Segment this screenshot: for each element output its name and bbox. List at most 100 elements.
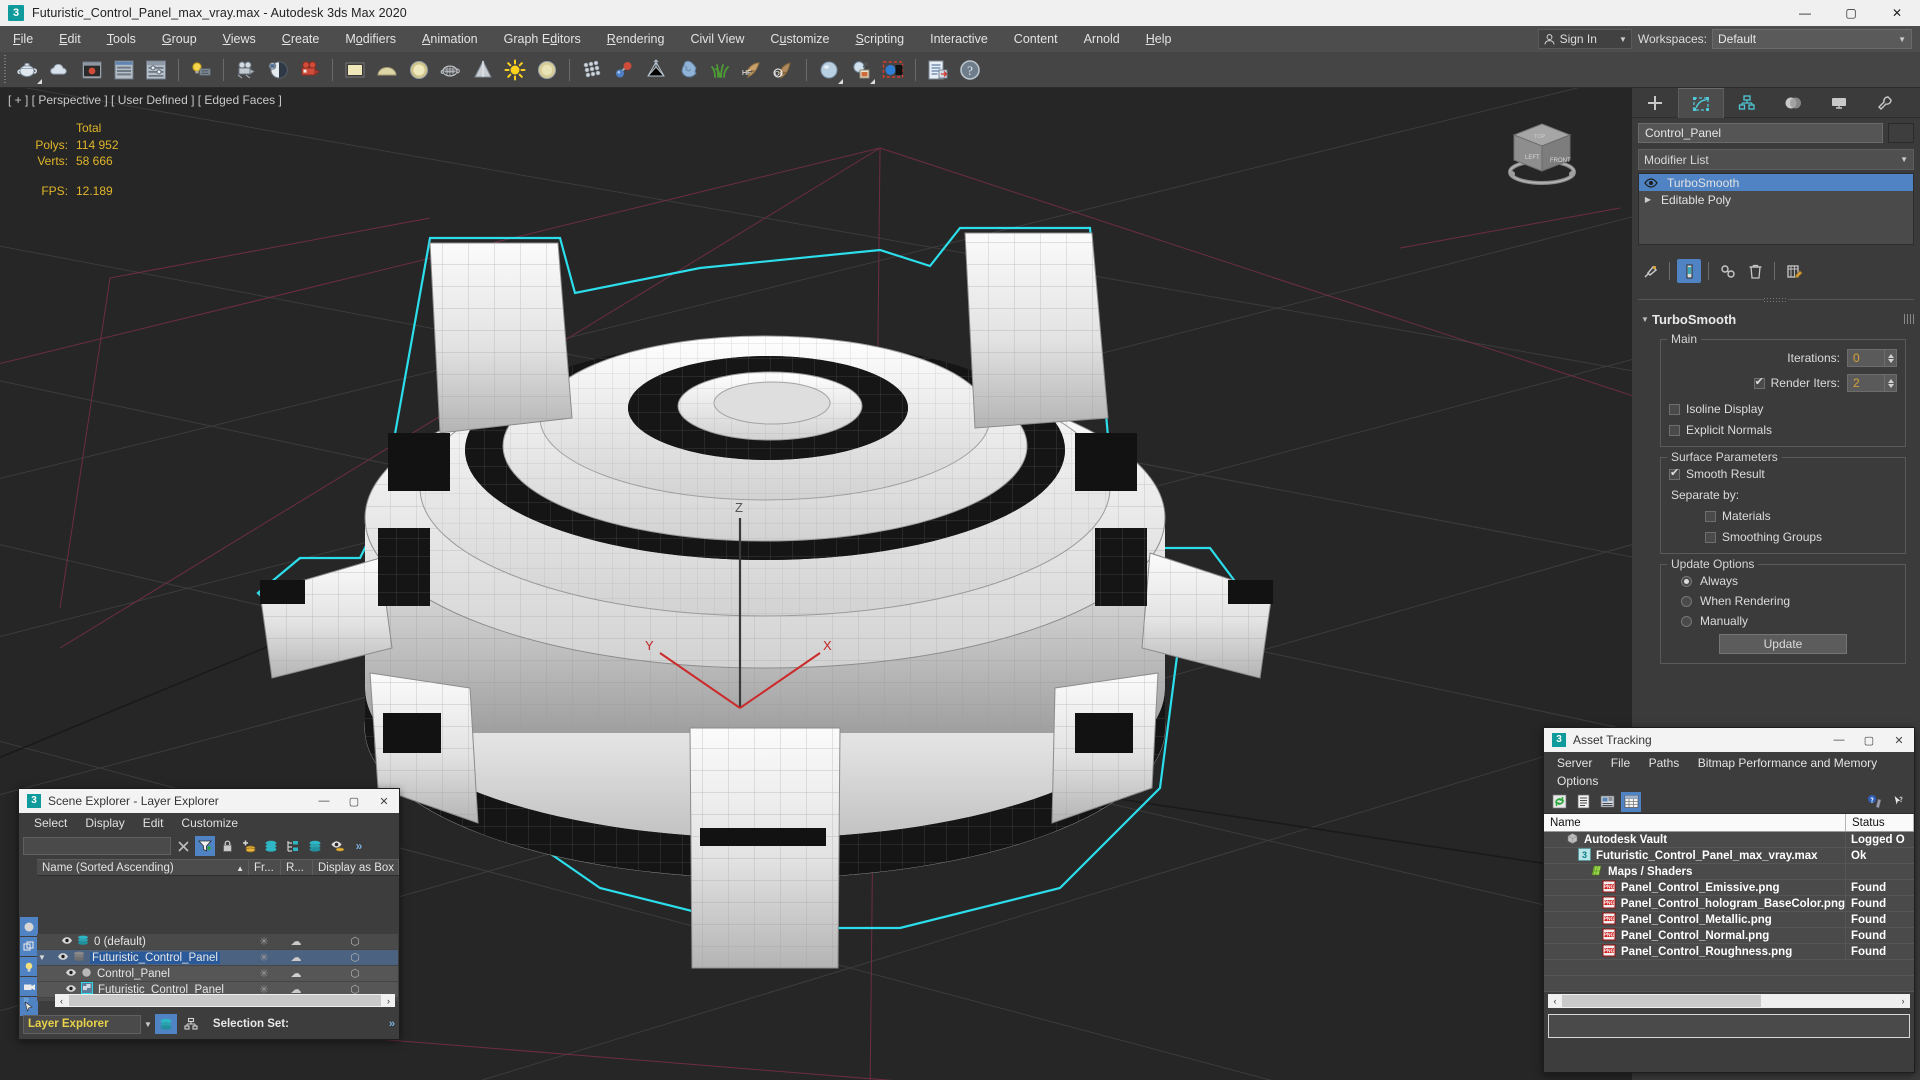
minimize-button[interactable]: — <box>309 789 339 813</box>
scroll-right-icon[interactable]: › <box>382 996 395 1006</box>
menu-item-civil-view[interactable]: Civil View <box>677 26 757 52</box>
all-objects-icon[interactable] <box>20 917 38 936</box>
scroll-left-icon[interactable]: ‹ <box>1548 996 1562 1006</box>
cone-icon[interactable] <box>468 55 498 85</box>
menu-item-paths[interactable]: Paths <box>1642 754 1687 772</box>
footer-more-icon[interactable]: » <box>389 1018 395 1030</box>
render-setup-icon[interactable] <box>109 55 139 85</box>
script-editor-icon[interactable] <box>923 55 953 85</box>
spinner-arrows-icon[interactable] <box>1884 350 1896 366</box>
column-status[interactable]: Status <box>1846 814 1914 831</box>
more-chevrons-icon[interactable]: » <box>349 836 369 856</box>
menu-item-edit[interactable]: Edit <box>46 26 94 52</box>
menu-item-customize[interactable]: Customize <box>172 816 247 830</box>
envelope-icon[interactable] <box>641 55 671 85</box>
layers-icon[interactable] <box>305 836 325 856</box>
freeze-cell[interactable]: ✳ <box>248 951 280 964</box>
isoline-display-checkbox[interactable] <box>1669 403 1680 415</box>
molecule-icon[interactable] <box>609 55 639 85</box>
render-frame-icon[interactable] <box>77 55 107 85</box>
menu-item-edit[interactable]: Edit <box>134 816 173 830</box>
menu-item-help[interactable]: Help <box>1133 26 1185 52</box>
hierarchy-tab[interactable] <box>1724 88 1770 118</box>
menu-item-server[interactable]: Server <box>1550 754 1599 772</box>
grid-view-icon[interactable] <box>1621 791 1641 812</box>
scroll-right-icon[interactable]: › <box>1896 996 1910 1006</box>
asset-tracking-hscrollbar[interactable]: ‹ › <box>1548 994 1910 1008</box>
menu-item-options[interactable]: Options <box>1550 772 1605 790</box>
table-row[interactable]: Maps / Shaders <box>1544 863 1914 880</box>
menu-item-select[interactable]: Select <box>25 816 76 830</box>
object-name-field[interactable]: Control_Panel <box>1638 123 1883 143</box>
update-option-manually[interactable]: Manually <box>1681 614 1897 628</box>
red-marquee-icon[interactable] <box>878 55 908 85</box>
display-as-box-cell[interactable]: ⬡ <box>312 935 398 948</box>
list-view-icon[interactable] <box>1573 792 1593 812</box>
eye-icon[interactable] <box>57 952 69 964</box>
configure-sets-icon[interactable] <box>1782 259 1806 283</box>
panel-drag-handle[interactable] <box>1638 295 1914 305</box>
column-render[interactable]: R... <box>281 860 313 875</box>
table-row[interactable]: PNG Panel_Control_Emissive.png Found <box>1544 879 1914 896</box>
update-button[interactable]: Update <box>1719 634 1847 654</box>
menu-item-tools[interactable]: Tools <box>94 26 149 52</box>
explicit-normals-row[interactable]: Explicit Normals <box>1669 423 1897 437</box>
freeze-cell[interactable]: ✳ <box>248 935 280 948</box>
lights-icon[interactable] <box>20 957 38 976</box>
eye-icon[interactable] <box>65 968 77 980</box>
toolbar-grip[interactable] <box>2 54 9 85</box>
rollout-header[interactable]: ▼ TurboSmooth <box>1638 309 1914 329</box>
make-unique-icon[interactable] <box>1716 259 1740 283</box>
workspace-select[interactable]: Default ▼ <box>1712 29 1912 49</box>
motion-tab[interactable] <box>1770 88 1816 118</box>
menu-item-file[interactable]: File <box>1604 754 1637 772</box>
list-item[interactable]: ▼ Futuristic_Control_Panel ✳ ☁ ⬡ <box>37 950 398 966</box>
sphere-gizmo-icon[interactable] <box>814 55 844 85</box>
menu-item-views[interactable]: Views <box>210 26 269 52</box>
table-row[interactable]: Autodesk Vault Logged O <box>1544 832 1914 848</box>
add-layer-icon[interactable] <box>239 836 259 856</box>
scene-explorer-window[interactable]: 3 Scene Explorer - Layer Explorer — ▢ ✕ … <box>18 788 400 1040</box>
hierarchy-toggle-icon[interactable] <box>180 1014 202 1034</box>
utilities-tab[interactable] <box>1862 88 1908 118</box>
table-row[interactable]: PNG Panel_Control_Normal.png Found <box>1544 927 1914 944</box>
dome-mat-icon[interactable] <box>372 55 402 85</box>
help-icon[interactable]: ? <box>955 55 985 85</box>
pin-stack-icon[interactable] <box>1638 259 1662 283</box>
flat-mat-icon[interactable] <box>340 55 370 85</box>
list-item[interactable]: 0 (default) ✳ ☁ ⬡ <box>37 934 398 950</box>
radio-manually[interactable] <box>1681 615 1692 627</box>
smoothing-groups-checkbox[interactable] <box>1705 531 1716 543</box>
menu-item-group[interactable]: Group <box>149 26 210 52</box>
list-item[interactable]: Control_Panel ✳ ☁ ⬡ <box>37 966 398 982</box>
asset-tracking-window[interactable]: 3 Asset Tracking — ▢ ✕ Server File Paths… <box>1543 727 1915 1073</box>
cloud-icon[interactable] <box>45 55 75 85</box>
update-option-always[interactable]: Always <box>1681 574 1897 588</box>
chevron-down-icon[interactable]: ▼ <box>1619 35 1627 44</box>
isoline-display-row[interactable]: Isoline Display <box>1669 402 1897 416</box>
table-row[interactable]: 3 Futuristic_Control_Panel_max_vray.max … <box>1544 847 1914 864</box>
radio-when-rendering[interactable] <box>1681 595 1692 607</box>
video-post-icon[interactable] <box>295 55 325 85</box>
display-as-box-cell[interactable]: ⬡ <box>312 951 398 964</box>
menu-item-display[interactable]: Display <box>76 816 133 830</box>
sign-in-button[interactable]: Sign In ▼ <box>1537 29 1632 49</box>
geometry-icon[interactable] <box>20 937 38 956</box>
smoothing-groups-row[interactable]: Smoothing Groups <box>1705 530 1897 544</box>
help-cursor-icon[interactable] <box>1889 792 1909 812</box>
menu-item-scripting[interactable]: Scripting <box>842 26 917 52</box>
layer-props-icon[interactable] <box>283 836 303 856</box>
ox-hair-icon[interactable]: Ox <box>769 55 799 85</box>
update-option-when-rendering[interactable]: When Rendering <box>1681 594 1897 608</box>
table-row[interactable] <box>1544 976 1914 992</box>
menu-item-modifiers[interactable]: Modifiers <box>332 26 409 52</box>
minimize-button[interactable]: — <box>1782 0 1828 26</box>
table-row[interactable] <box>1544 960 1914 976</box>
filter-icon[interactable] <box>195 836 215 856</box>
close-button[interactable]: ✕ <box>369 789 399 813</box>
menu-item-arnold[interactable]: Arnold <box>1071 26 1133 52</box>
lock-icon[interactable] <box>217 836 237 856</box>
display-as-box-cell[interactable]: ⬡ <box>312 967 398 980</box>
search-input[interactable] <box>23 837 171 855</box>
smooth-result-checkbox[interactable] <box>1669 466 1680 480</box>
